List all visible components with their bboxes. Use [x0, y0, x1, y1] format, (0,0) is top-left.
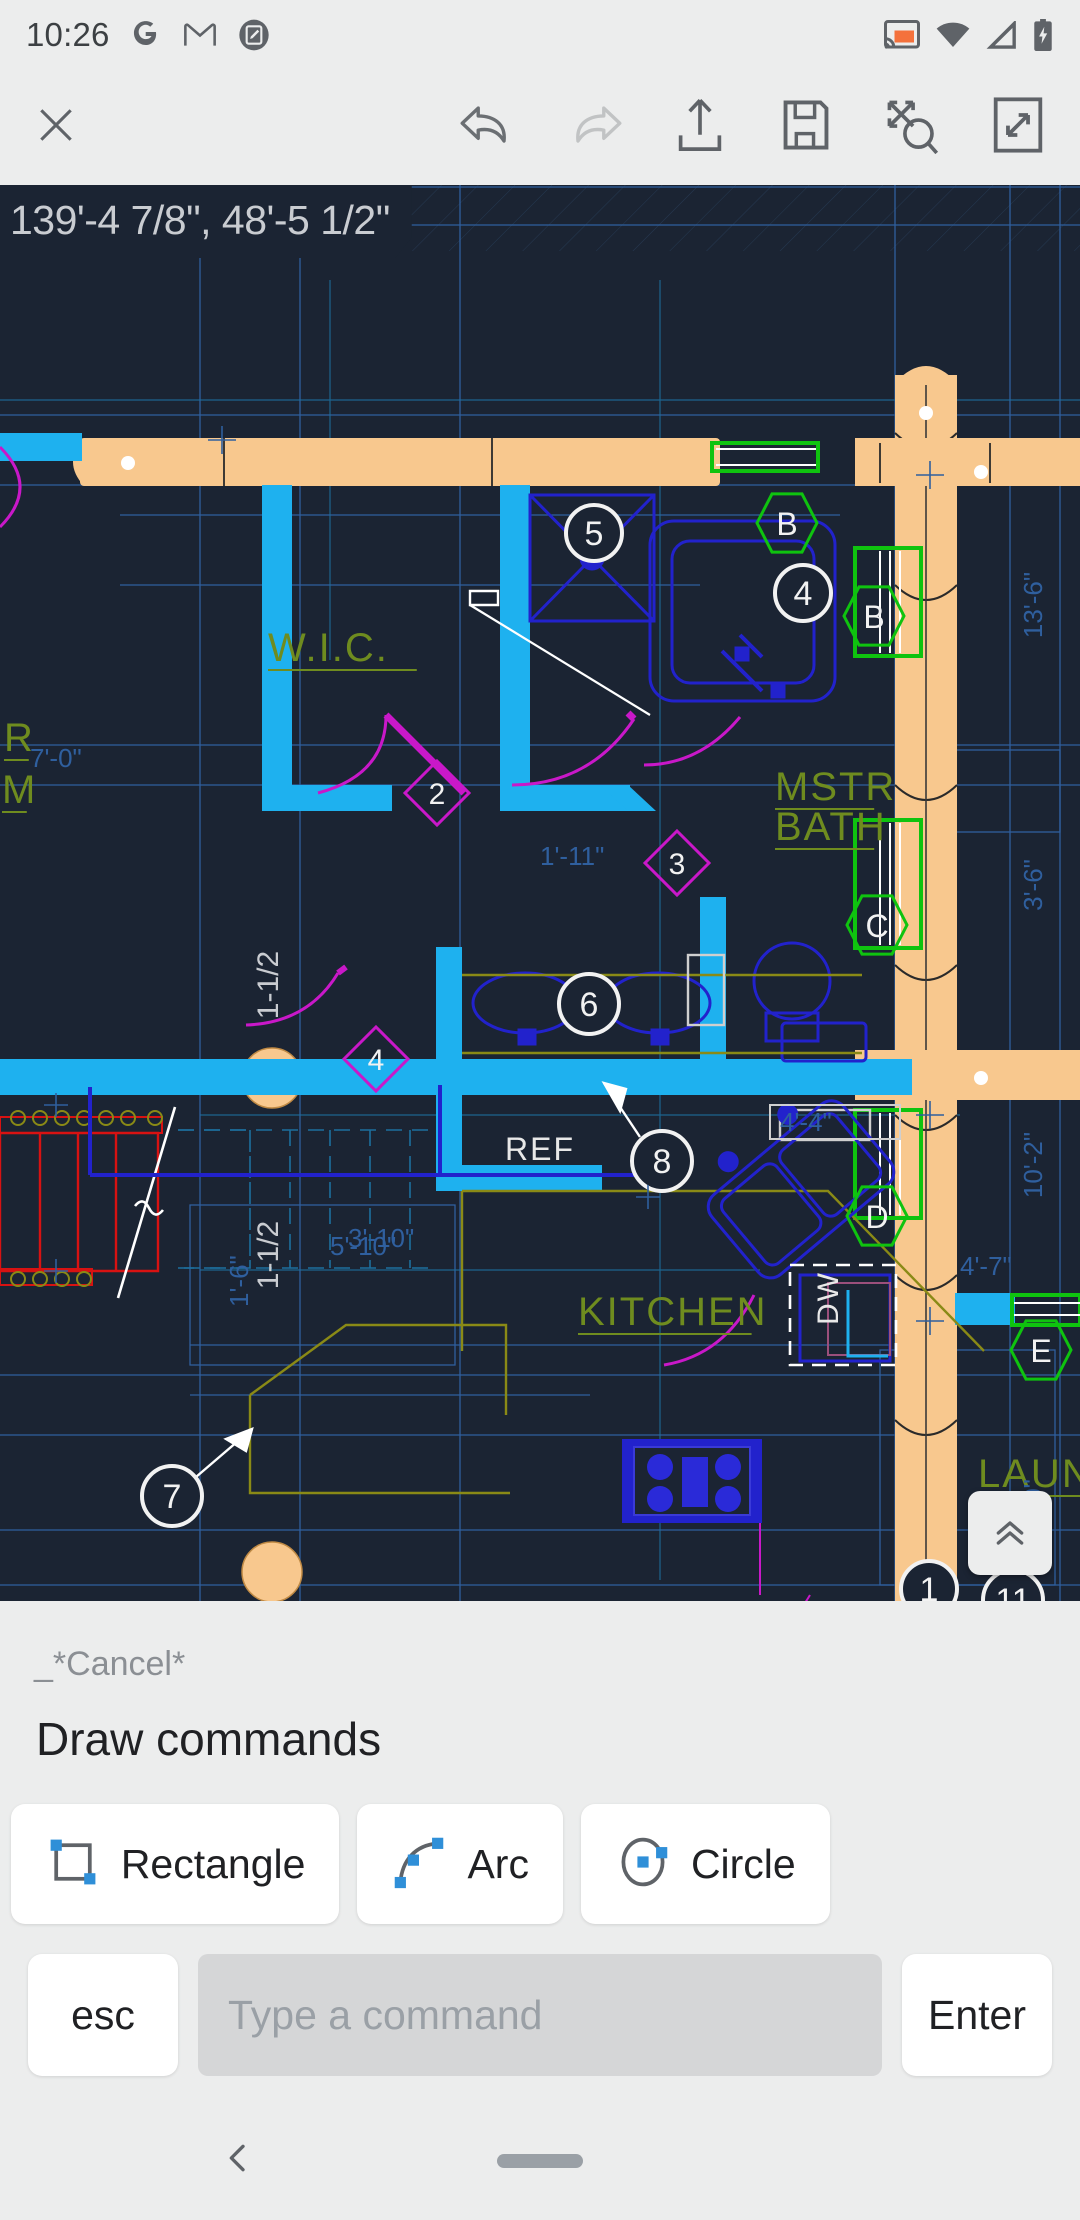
- cast-icon: [884, 20, 920, 50]
- undo-arrow-icon: [456, 99, 520, 156]
- svg-text:5: 5: [585, 515, 604, 553]
- svg-text:4: 4: [794, 575, 813, 613]
- zoom-extents-button[interactable]: [864, 80, 960, 176]
- close-button[interactable]: [8, 80, 104, 176]
- svg-text:7'-0": 7'-0": [30, 743, 82, 773]
- enter-button[interactable]: Enter: [902, 1954, 1052, 2076]
- command-history-line: _*Cancel*: [34, 1645, 186, 1683]
- expand-diagonal-icon: [989, 96, 1047, 159]
- svg-text:BATH: BATH: [775, 805, 887, 849]
- svg-text:7: 7: [163, 1478, 182, 1516]
- command-chip-arc[interactable]: Arc: [357, 1804, 563, 1924]
- svg-text:10'-2": 10'-2": [1018, 1132, 1048, 1198]
- svg-text:3'-6": 3'-6": [1018, 859, 1048, 911]
- gmail-icon: [183, 22, 216, 48]
- zoom-crossing-icon: [883, 96, 941, 159]
- command-panel-title: Draw commands: [36, 1713, 382, 1765]
- room-label: M: [2, 768, 37, 813]
- svg-text:8: 8: [653, 1143, 672, 1181]
- status-clock: 10:26: [26, 16, 110, 53]
- svg-text:1-1/2: 1-1/2: [252, 951, 285, 1019]
- svg-text:C: C: [865, 908, 888, 944]
- wifi-icon: [936, 21, 970, 49]
- undo-button[interactable]: [440, 80, 536, 176]
- command-input[interactable]: [198, 1954, 882, 2076]
- status-bar: 10:26: [0, 0, 1080, 70]
- svg-text:D: D: [865, 1199, 888, 1235]
- fullscreen-button[interactable]: [970, 80, 1066, 176]
- status-system-icons: [884, 19, 1054, 51]
- nav-back-button[interactable]: [218, 2138, 258, 2183]
- save-button[interactable]: [758, 80, 854, 176]
- close-icon: [34, 103, 78, 152]
- rectangle-icon: [45, 1834, 101, 1895]
- floor-plan-drawing[interactable]: 546871 11 234 BBCDE W.I.C.MSTRBATHKITCHEN…: [0, 185, 1080, 1601]
- svg-text:1-1/2: 1-1/2: [252, 1221, 285, 1289]
- circle-tag: 8: [630, 1129, 694, 1193]
- circle-tag: 4: [773, 563, 833, 623]
- appliance-label: REF: [505, 1131, 575, 1167]
- svg-text:1: 1: [920, 1571, 939, 1601]
- svg-text:3'-10": 3'-10": [348, 1223, 414, 1253]
- command-chip-circle-label: Circle: [690, 1840, 796, 1887]
- svg-text:1'-11": 1'-11": [540, 841, 604, 871]
- svg-text:B: B: [776, 506, 797, 542]
- upload-arrow-icon: [672, 97, 728, 158]
- floppy-disk-icon: [778, 97, 834, 158]
- system-nav-bar: [0, 2101, 1080, 2220]
- redo-arrow-icon: [562, 99, 626, 156]
- arc-icon: [391, 1834, 447, 1895]
- command-chip-rectangle-label: Rectangle: [120, 1840, 306, 1887]
- svg-text:4: 4: [368, 1044, 385, 1077]
- autocad-notes-icon: [238, 19, 270, 51]
- app-toolbar: [0, 70, 1080, 185]
- esc-button[interactable]: esc: [28, 1954, 178, 2076]
- command-chip-circle[interactable]: Circle: [580, 1804, 830, 1924]
- command-chip-rectangle[interactable]: Rectangle: [10, 1804, 340, 1924]
- circle-icon: [615, 1834, 671, 1895]
- double-chevron-up-icon: [990, 1513, 1030, 1553]
- expand-panel-button[interactable]: [968, 1491, 1052, 1575]
- command-chip-arc-label: Arc: [467, 1840, 529, 1887]
- svg-text:3: 3: [669, 848, 686, 881]
- nav-home-pill[interactable]: [497, 2153, 583, 2168]
- circle-tag: 7: [140, 1464, 204, 1528]
- circle-tag: 1: [899, 1559, 959, 1601]
- coordinate-readout: 139'-4 7/8", 48'-5 1/2": [0, 185, 412, 258]
- appliance-label: DW: [812, 1271, 845, 1325]
- svg-text:MSTR: MSTR: [775, 765, 896, 809]
- svg-text:4'-4": 4'-4": [780, 1107, 832, 1137]
- battery-charging-icon: [1032, 19, 1054, 51]
- room-label: KITCHEN: [578, 1290, 768, 1335]
- svg-text:B: B: [863, 599, 884, 635]
- share-button[interactable]: [652, 80, 748, 176]
- circle-tag: 5: [564, 503, 624, 563]
- draw-command-list: e Rectangle: [0, 1766, 1080, 1924]
- svg-text:4'-7": 4'-7": [960, 1251, 1012, 1281]
- room-label: MSTR: [775, 765, 896, 810]
- redo-button[interactable]: [546, 80, 642, 176]
- drawing-canvas[interactable]: 5 4 6 8 7 1 11 234 BBCDE W.I.C. MSTR BATH KITCHEN…: [0, 185, 1080, 1601]
- svg-text:2: 2: [429, 778, 446, 811]
- room-label: BATH: [775, 805, 887, 850]
- svg-text:W.I.C.: W.I.C.: [268, 626, 389, 670]
- app-root: 10:26 5 4 6 8 7 1 11 2 3 4 B B C D E W.I…: [0, 0, 1080, 2220]
- svg-text:11: 11: [995, 1582, 1030, 1601]
- svg-text:M: M: [2, 768, 37, 812]
- chevron-left-icon: [218, 2144, 258, 2182]
- circle-tag: 6: [557, 972, 621, 1036]
- google-g-icon: [128, 18, 162, 52]
- command-panel: _*Cancel* Draw commands e Rectangle: [0, 1601, 1080, 2101]
- command-input-row: esc Enter: [0, 1924, 1080, 2076]
- svg-text:KITCHEN: KITCHEN: [578, 1290, 768, 1334]
- svg-text:6: 6: [580, 986, 599, 1024]
- svg-text:13'-6": 13'-6": [1018, 572, 1048, 638]
- svg-text:1'-6": 1'-6": [224, 1255, 254, 1307]
- svg-text:E: E: [1030, 1333, 1051, 1369]
- status-notification-icons: [128, 18, 270, 52]
- toolbar-actions: [440, 80, 1080, 176]
- cell-signal-icon: [986, 21, 1016, 49]
